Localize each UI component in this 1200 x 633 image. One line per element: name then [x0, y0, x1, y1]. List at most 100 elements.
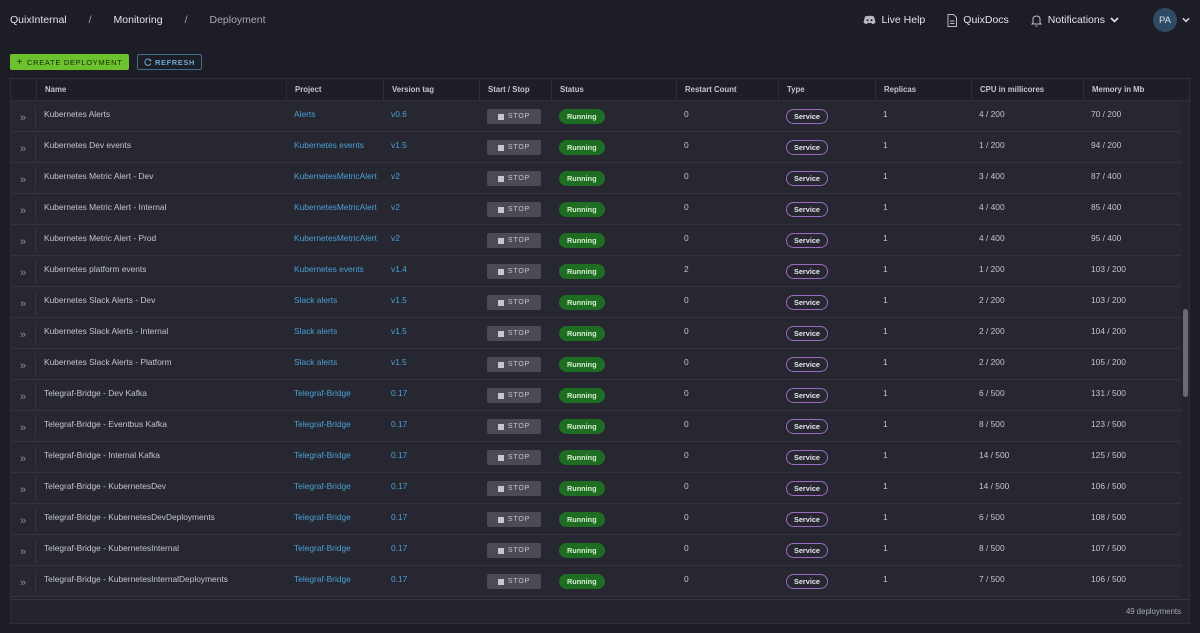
stop-button[interactable]: STOP [487, 295, 541, 310]
table-row[interactable]: » Kubernetes Metric Alert - Dev Kubernet… [11, 163, 1189, 194]
project-link[interactable]: Alerts [286, 101, 383, 131]
stop-button[interactable]: STOP [487, 543, 541, 558]
deployment-name[interactable]: Kubernetes Metric Alert - Internal [36, 194, 286, 224]
project-link[interactable]: Telegraf-Bridge [286, 380, 383, 410]
table-row[interactable]: » Kubernetes Metric Alert - Prod Kuberne… [11, 225, 1189, 256]
project-link[interactable]: Kubernetes events [286, 256, 383, 286]
breadcrumb-environment[interactable]: Monitoring [114, 14, 163, 26]
deployment-name[interactable]: Telegraf-Bridge - Dev Kafka [36, 380, 286, 410]
deployment-name[interactable]: Telegraf-Bridge - Eventbus Kafka [36, 411, 286, 441]
expand-row-icon[interactable]: » [11, 353, 36, 377]
stop-button[interactable]: STOP [487, 233, 541, 248]
breadcrumb-workspace[interactable]: QuixInternal [10, 14, 67, 26]
version-link[interactable]: 0.17 [383, 411, 479, 441]
expand-row-icon[interactable]: » [11, 136, 36, 160]
project-link[interactable]: Telegraf-Bridge [286, 442, 383, 472]
notifications-menu[interactable]: Notifications [1030, 14, 1125, 27]
table-row[interactable]: » Kubernetes Slack Alerts - Internal Sla… [11, 318, 1189, 349]
deployment-name[interactable]: Kubernetes Alerts [36, 101, 286, 131]
version-link[interactable]: v0.6 [383, 101, 479, 131]
chevron-down-icon[interactable] [1182, 17, 1190, 23]
column-header-type[interactable]: Type [778, 79, 875, 100]
expand-row-icon[interactable]: » [11, 291, 36, 315]
project-link[interactable]: KubernetesMetricAlert [286, 163, 383, 193]
refresh-button[interactable]: REFRESH [137, 54, 202, 70]
expand-row-icon[interactable]: » [11, 105, 36, 129]
version-link[interactable]: 0.17 [383, 442, 479, 472]
expand-row-icon[interactable]: » [11, 477, 36, 501]
expand-row-icon[interactable]: » [11, 322, 36, 346]
version-link[interactable]: v1.5 [383, 287, 479, 317]
deployment-name[interactable]: Kubernetes platform events [36, 256, 286, 286]
table-row[interactable]: » Telegraf-Bridge - KubernetesInternal T… [11, 535, 1189, 566]
version-link[interactable]: v2 [383, 194, 479, 224]
table-row[interactable]: » Kubernetes Slack Alerts - Platform Sla… [11, 349, 1189, 380]
docs-link[interactable]: QuixDocs [947, 13, 1009, 27]
version-link[interactable]: v2 [383, 225, 479, 255]
table-row[interactable]: » Kubernetes Slack Alerts - Dev Slack al… [11, 287, 1189, 318]
expand-row-icon[interactable]: » [11, 198, 36, 222]
column-header-start-stop[interactable]: Start / Stop [479, 79, 551, 100]
project-link[interactable]: Telegraf-Bridge [286, 504, 383, 534]
version-link[interactable]: 0.17 [383, 535, 479, 565]
project-link[interactable]: Slack alerts [286, 349, 383, 379]
version-link[interactable]: 0.17 [383, 504, 479, 534]
scrollbar-thumb[interactable] [1183, 309, 1188, 397]
table-row[interactable]: » Telegraf-Bridge - KubernetesDev Telegr… [11, 473, 1189, 504]
stop-button[interactable]: STOP [487, 450, 541, 465]
deployment-name[interactable]: Kubernetes Metric Alert - Prod [36, 225, 286, 255]
expand-row-icon[interactable]: » [11, 167, 36, 191]
column-header-memory[interactable]: Memory in Mb [1083, 79, 1183, 100]
project-link[interactable]: Slack alerts [286, 318, 383, 348]
expand-row-icon[interactable]: » [11, 384, 36, 408]
project-link[interactable]: KubernetesMetricAlert [286, 225, 383, 255]
stop-button[interactable]: STOP [487, 264, 541, 279]
expand-row-icon[interactable]: » [11, 260, 36, 284]
project-link[interactable]: Telegraf-Bridge [286, 535, 383, 565]
stop-button[interactable]: STOP [487, 357, 541, 372]
deployment-name[interactable]: Telegraf-Bridge - KubernetesDevDeploymen… [36, 504, 286, 534]
project-link[interactable]: Telegraf-Bridge [286, 566, 383, 596]
stop-button[interactable]: STOP [487, 140, 541, 155]
stop-button[interactable]: STOP [487, 109, 541, 124]
table-row[interactable]: » Kubernetes platform events Kubernetes … [11, 256, 1189, 287]
deployment-name[interactable]: Kubernetes Slack Alerts - Internal [36, 318, 286, 348]
deployment-name[interactable]: Telegraf-Bridge - KubernetesInternal [36, 535, 286, 565]
project-link[interactable]: Telegraf-Bridge [286, 411, 383, 441]
deployment-name[interactable]: Kubernetes Slack Alerts - Platform [36, 349, 286, 379]
column-header-project[interactable]: Project [286, 79, 383, 100]
expand-row-icon[interactable]: » [11, 508, 36, 532]
version-link[interactable]: v1.4 [383, 256, 479, 286]
deployment-name[interactable]: Kubernetes Slack Alerts - Dev [36, 287, 286, 317]
version-link[interactable]: v1.5 [383, 349, 479, 379]
live-help-link[interactable]: Live Help [863, 14, 925, 26]
column-header-cpu[interactable]: CPU in millicores [971, 79, 1083, 100]
stop-button[interactable]: STOP [487, 202, 541, 217]
expand-row-icon[interactable]: » [11, 570, 36, 594]
column-header-version[interactable]: Version tag [383, 79, 479, 100]
stop-button[interactable]: STOP [487, 326, 541, 341]
scrollbar[interactable] [1181, 101, 1189, 599]
stop-button[interactable]: STOP [487, 388, 541, 403]
table-row[interactable]: » Telegraf-Bridge - Dev Kafka Telegraf-B… [11, 380, 1189, 411]
expand-row-icon[interactable]: » [11, 229, 36, 253]
stop-button[interactable]: STOP [487, 481, 541, 496]
deployment-name[interactable]: Kubernetes Metric Alert - Dev [36, 163, 286, 193]
version-link[interactable]: v1.5 [383, 318, 479, 348]
table-row[interactable]: » Telegraf-Bridge - Eventbus Kafka Teleg… [11, 411, 1189, 442]
table-row[interactable]: » Kubernetes Dev events Kubernetes event… [11, 132, 1189, 163]
project-link[interactable]: KubernetesMetricAlert [286, 194, 383, 224]
column-header-status[interactable]: Status [551, 79, 676, 100]
version-link[interactable]: 0.17 [383, 566, 479, 596]
column-header-replicas[interactable]: Replicas [875, 79, 971, 100]
column-header-name[interactable]: Name [36, 79, 286, 100]
expand-row-icon[interactable]: » [11, 539, 36, 563]
stop-button[interactable]: STOP [487, 574, 541, 589]
stop-button[interactable]: STOP [487, 419, 541, 434]
project-link[interactable]: Kubernetes events [286, 132, 383, 162]
expand-row-icon[interactable]: » [11, 446, 36, 470]
expand-row-icon[interactable]: » [11, 415, 36, 439]
deployment-name[interactable]: Telegraf-Bridge - KubernetesInternalDepl… [36, 566, 286, 596]
stop-button[interactable]: STOP [487, 171, 541, 186]
stop-button[interactable]: STOP [487, 512, 541, 527]
